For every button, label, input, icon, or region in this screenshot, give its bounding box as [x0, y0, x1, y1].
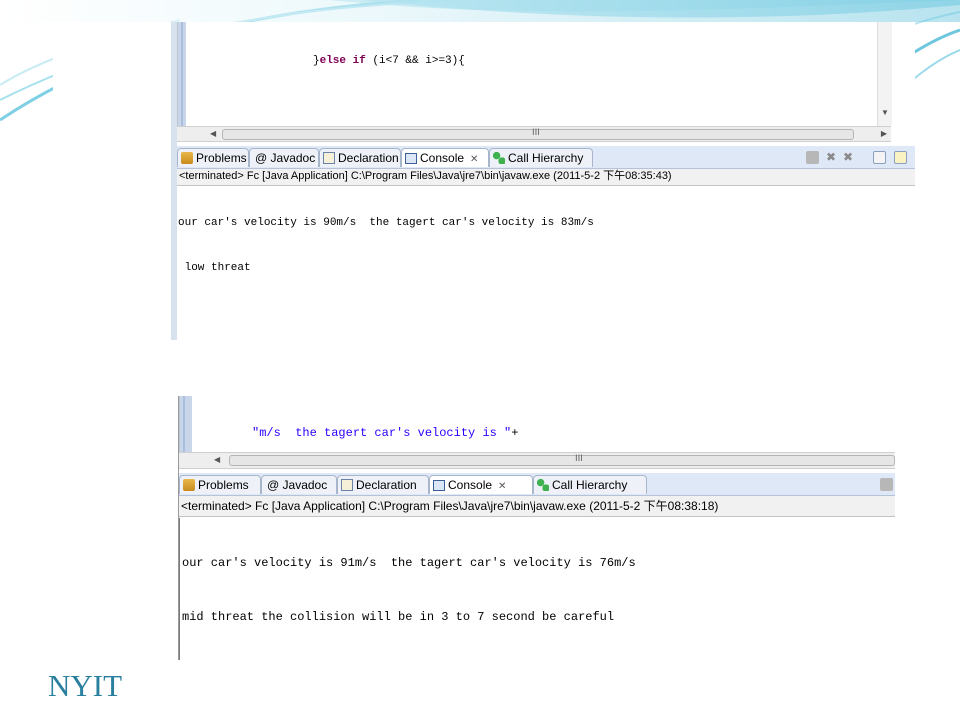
code-token: }	[313, 55, 320, 68]
code-token: (i<7 && i>=3){	[365, 55, 465, 68]
nyit-logo: NYIT	[48, 668, 123, 703]
problems-icon	[183, 479, 195, 491]
tab-declaration[interactable]: Declaration	[319, 148, 401, 167]
console-output-line: our car's velocity is 90m/s the tagert c…	[178, 217, 594, 229]
tab-label: @ Javadoc	[267, 478, 328, 492]
terminate-icon[interactable]	[880, 478, 893, 491]
close-tab-icon[interactable]: ✕	[498, 481, 506, 492]
scrollbar-thumb[interactable]	[229, 455, 895, 466]
tab-javadoc[interactable]: @ Javadoc	[261, 475, 337, 494]
console-icon	[405, 153, 417, 164]
tab-label: Console	[420, 151, 465, 165]
console-output[interactable]: our car's velocity is 91m/s the tagert c…	[179, 518, 895, 660]
call-hierarchy-icon	[537, 479, 549, 491]
code-token: "m/s the tagert car's velocity is "	[252, 426, 512, 440]
tab-problems[interactable]: Problems	[177, 148, 249, 167]
scrollbar-grip: III	[575, 454, 583, 464]
scroll-down-arrow-icon[interactable]: ▼	[881, 106, 889, 119]
tab-label: Declaration	[338, 151, 399, 165]
declaration-icon	[323, 152, 335, 164]
remove-all-terminated-icon[interactable]: ✖	[843, 151, 856, 164]
terminate-icon[interactable]	[806, 151, 819, 164]
launch-info: <terminated> Fc [Java Application] C:\Pr…	[181, 499, 719, 513]
code-line: "m/s the tagert car's velocity is "+	[180, 425, 843, 442]
scroll-left-arrow-icon[interactable]: ◀	[214, 453, 220, 466]
tab-label: Problems	[196, 151, 247, 165]
code-token: else	[319, 55, 347, 68]
remove-launch-icon[interactable]: ✖	[826, 151, 839, 164]
tab-label: Call Hierarchy	[508, 151, 584, 165]
clear-console-icon[interactable]	[873, 151, 886, 164]
tab-problems[interactable]: Problems	[179, 475, 261, 494]
scroll-lock-icon[interactable]	[894, 151, 907, 164]
console-output-line: mid threat the collision will be in 3 to…	[182, 610, 615, 624]
code-token: +	[511, 426, 519, 440]
console-status-line: <terminated> Fc [Java Application] C:\Pr…	[177, 169, 915, 186]
eclipse-screenshot-1: }else if (i<7 && i>=3){ System.out.print…	[53, 22, 915, 340]
declaration-icon	[341, 479, 353, 491]
launch-info: <terminated> Fc [Java Application] C:\Pr…	[179, 170, 672, 182]
tab-console[interactable]: Console ✕	[401, 148, 489, 167]
scrollbar-grip: III	[532, 128, 540, 138]
tab-javadoc[interactable]: @ Javadoc	[249, 148, 319, 167]
tab-label: Problems	[198, 478, 249, 492]
tab-label: Call Hierarchy	[552, 478, 628, 492]
console-output-line: low threat	[178, 262, 251, 274]
code-token: if	[352, 55, 366, 68]
tab-declaration[interactable]: Declaration	[337, 475, 429, 494]
blank-margin	[53, 22, 171, 340]
tab-label: Console	[448, 478, 493, 492]
scroll-right-arrow-icon[interactable]: ▶	[881, 127, 887, 140]
editor-horizontal-scrollbar[interactable]: ◀ III	[179, 452, 895, 469]
eclipse-screenshot-2: "m/s the tagert car's velocity is "+ b+"…	[135, 396, 895, 660]
console-tab-bar: Problems @ Javadoc Declaration Console ✕ …	[177, 146, 915, 169]
tab-label: @ Javadoc	[255, 151, 316, 165]
code-editor[interactable]: }else if (i<7 && i>=3){ System.out.print…	[177, 22, 915, 295]
call-hierarchy-icon	[493, 152, 505, 164]
scroll-left-arrow-icon[interactable]: ◀	[210, 127, 216, 140]
code-line: }else if (i<7 && i>=3){	[178, 54, 841, 69]
tab-call-hierarchy[interactable]: Call Hierarchy	[489, 148, 593, 167]
editor-horizontal-scrollbar[interactable]: ◀ III ▶	[177, 126, 891, 142]
tab-label: Declaration	[356, 478, 417, 492]
code-editor[interactable]: "m/s the tagert car's velocity is "+ b+"…	[179, 396, 895, 539]
close-tab-icon[interactable]: ✕	[470, 154, 478, 165]
console-icon	[433, 480, 445, 491]
console-status-line: <terminated> Fc [Java Application] C:\Pr…	[179, 496, 895, 517]
console-output[interactable]: our car's velocity is 90m/s the tagert c…	[177, 186, 915, 340]
tab-call-hierarchy[interactable]: Call Hierarchy	[533, 475, 647, 494]
editor-vertical-scrollbar[interactable]: ▼	[877, 22, 892, 126]
blank-margin	[135, 396, 179, 660]
tab-console[interactable]: Console ✕	[429, 475, 533, 494]
console-output-line: our car's velocity is 91m/s the tagert c…	[182, 556, 636, 570]
problems-icon	[181, 152, 193, 164]
console-tab-bar: Problems @ Javadoc Declaration Console ✕ …	[179, 473, 895, 496]
